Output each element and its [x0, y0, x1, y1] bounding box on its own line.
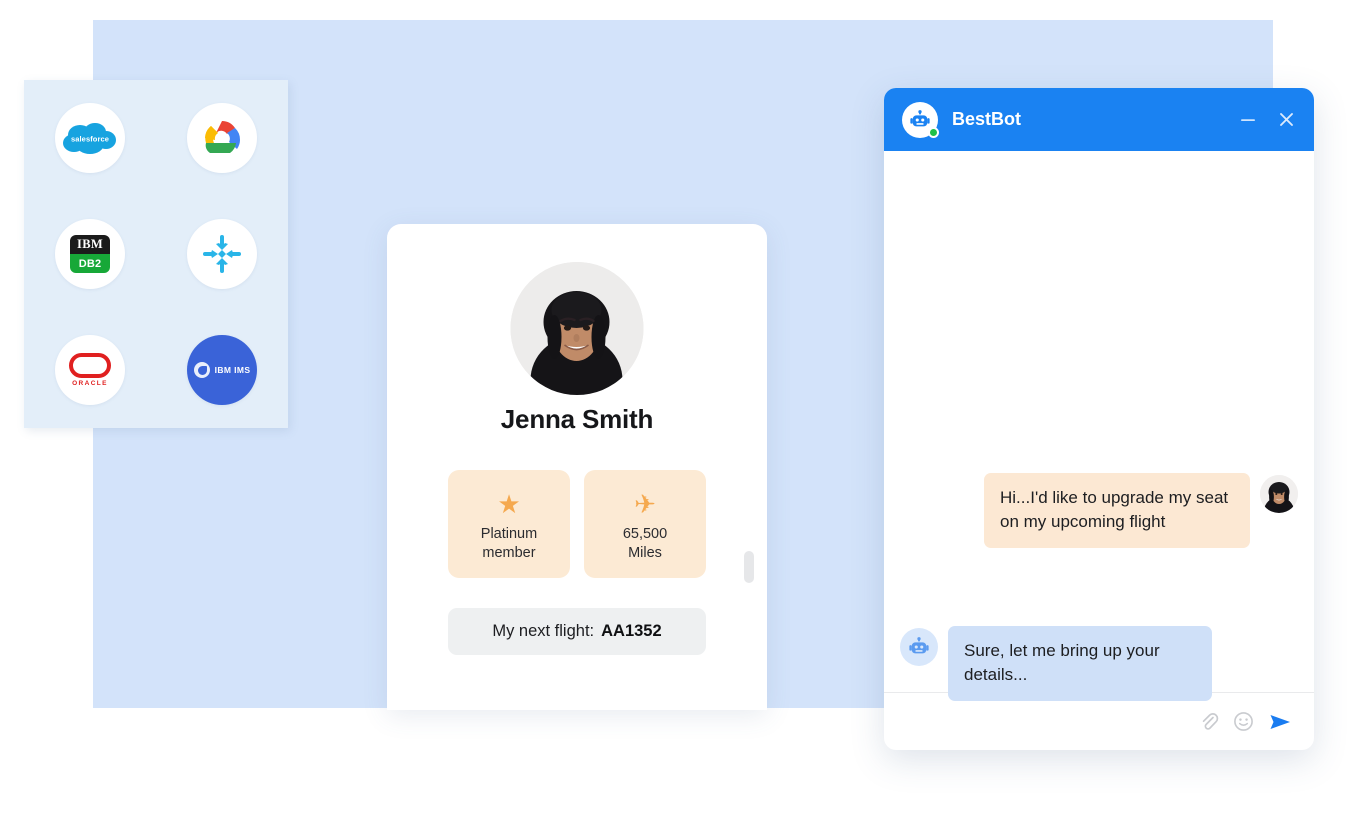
- robot-icon: [910, 109, 930, 126]
- emoji-button[interactable]: [1233, 711, 1254, 732]
- page-title: Jenna Smith: [500, 404, 654, 434]
- chat-bubble-bot: Sure, let me bring up your details...: [948, 626, 1212, 702]
- robot-icon: [909, 637, 929, 654]
- google-cloud-icon: [205, 121, 241, 153]
- snowflake-icon: [203, 235, 241, 273]
- salesforce-wordmark: salesforce: [70, 134, 110, 144]
- minimize-icon: [1241, 118, 1255, 121]
- close-button[interactable]: [1277, 110, 1296, 129]
- scrollbar[interactable]: [744, 551, 754, 583]
- close-icon: [1280, 113, 1293, 126]
- oracle-icon: ORACLE: [69, 353, 111, 387]
- bot-message-avatar: [900, 628, 938, 666]
- badge-miles: ✈ 65,500 Miles: [584, 470, 706, 578]
- star-icon: ★: [497, 488, 521, 519]
- customer-profile-card: Jenna Smith ★ Platinum member ✈ 65,500 M…: [387, 224, 767, 710]
- next-flight-value: AA1352: [601, 622, 662, 640]
- next-flight-label: My next flight:: [492, 622, 595, 640]
- badge-miles-line2: Miles: [628, 545, 662, 561]
- logo-tile-salesforce[interactable]: salesforce: [55, 103, 125, 173]
- badge-platinum-member: ★ Platinum member: [448, 470, 570, 578]
- ibm-db2-label-top: IBM: [70, 235, 110, 254]
- ibm-db2-label-bottom: DB2: [70, 254, 110, 273]
- ibm-ims-disc-icon: [193, 362, 210, 378]
- chat-header: BestBot: [884, 88, 1314, 151]
- attach-button[interactable]: [1199, 712, 1219, 732]
- logo-tile-ibm-ims[interactable]: IBM IMS: [187, 335, 257, 405]
- bot-avatar: [902, 101, 939, 138]
- paperclip-icon: [1202, 712, 1219, 730]
- profile-badges: ★ Platinum member ✈ 65,500 Miles: [448, 470, 706, 578]
- salesforce-cloud-icon: salesforce: [62, 121, 118, 155]
- chat-message-user: Hi...I'd like to upgrade my seat on my u…: [984, 473, 1298, 549]
- chat-window: BestBot Hi...I'd like to upgrade my seat…: [884, 88, 1314, 750]
- next-flight-pill: My next flight: AA1352: [448, 608, 706, 655]
- chat-title: BestBot: [952, 109, 1022, 129]
- ibm-ims-icon: IBM IMS: [193, 362, 251, 378]
- chat-message-bot: Sure, let me bring up your details...: [900, 626, 1212, 702]
- logo-tile-oracle[interactable]: ORACLE: [55, 335, 125, 405]
- badge-platinum-line1: Platinum: [480, 525, 538, 542]
- chat-message-list[interactable]: Hi...I'd like to upgrade my seat on my u…: [884, 151, 1314, 702]
- ibm-ims-label: IBM IMS: [214, 365, 251, 375]
- online-status-indicator: [928, 126, 939, 138]
- logo-tile-ibm-db2[interactable]: IBM DB2: [55, 219, 125, 289]
- badge-miles-label: 65,500 Miles: [623, 525, 667, 563]
- user-avatar: [1260, 475, 1298, 513]
- badge-platinum-label: Platinum member: [481, 525, 537, 563]
- logo-tile-snowflake[interactable]: [187, 219, 257, 289]
- badge-miles-line1: 65,500: [622, 525, 668, 542]
- avatar: [510, 262, 644, 395]
- oracle-wordmark: ORACLE: [72, 380, 108, 387]
- badge-platinum-line2: member: [482, 545, 536, 561]
- logo-tile-google-cloud[interactable]: [187, 103, 257, 173]
- send-arrow-icon: [1270, 714, 1290, 729]
- ibm-db2-icon: IBM DB2: [70, 235, 110, 273]
- send-button[interactable]: [1268, 710, 1292, 734]
- minimize-button[interactable]: [1239, 111, 1257, 129]
- chat-bubble-user: Hi...I'd like to upgrade my seat on my u…: [984, 473, 1250, 549]
- oracle-ring: [69, 353, 111, 378]
- airplane-icon: ✈: [634, 488, 656, 519]
- smiley-icon: [1234, 712, 1253, 731]
- data-sources-panel: salesforce IBM DB2 ORACLE IBM IMS: [24, 80, 288, 428]
